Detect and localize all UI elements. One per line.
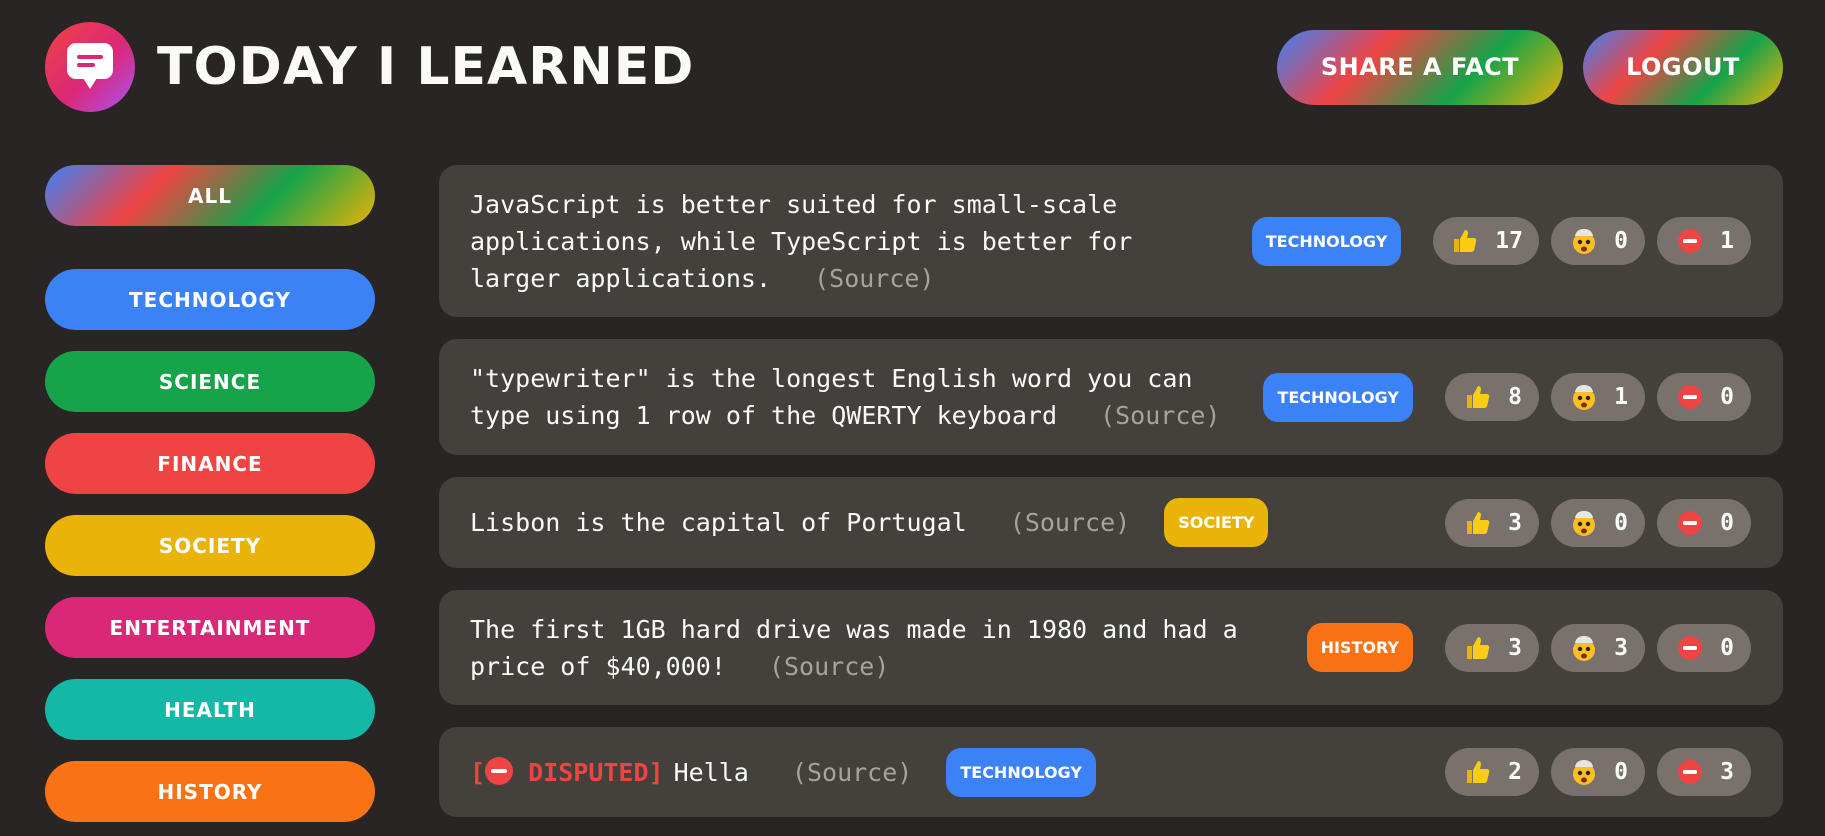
vote-mindblowing-button[interactable]: 1 (1551, 373, 1645, 421)
fact-text: JavaScript is better suited for small-sc… (470, 189, 1133, 293)
mind-blown-icon (1573, 760, 1596, 785)
fact-source-link[interactable]: (Source) (1010, 508, 1130, 537)
category-sidebar: All Technology Science Finance Society E… (45, 165, 375, 836)
fact-category-tag: Technology (1251, 216, 1402, 266)
mind-blown-icon (1573, 385, 1596, 410)
mindblowing-count: 0 (1614, 228, 1628, 254)
fact-text-wrapper: [ DISPUTED] Hella (Source) (470, 754, 912, 791)
vote-mindblowing-button[interactable]: 0 (1551, 217, 1645, 265)
fact-category-tag: Technology (1263, 372, 1413, 422)
fact-text: Hella (673, 757, 749, 787)
fact-text-wrapper: The first 1GB hard drive was made in 198… (470, 611, 1270, 685)
false-count: 0 (1720, 384, 1734, 410)
category-entertainment-button[interactable]: Entertainment (45, 597, 375, 658)
fact-item: The first 1GB hard drive was made in 198… (439, 590, 1783, 705)
false-count: 1 (1720, 228, 1734, 254)
vote-false-button[interactable]: 0 (1657, 623, 1751, 672)
vote-false-button[interactable]: 1 (1657, 217, 1751, 265)
thumbs-up-icon (1467, 636, 1490, 659)
facts-list: JavaScript is better suited for small-sc… (439, 165, 1783, 836)
false-count: 0 (1720, 634, 1734, 661)
vote-buttons: 17 0 1 (1433, 217, 1751, 265)
app-header: Today I Learned Share a fact Logout (45, 22, 1783, 112)
vote-buttons: 2 0 3 (1445, 748, 1751, 796)
no-entry-icon (1678, 229, 1703, 253)
no-entry-icon (485, 756, 514, 785)
interesting-count: 3 (1508, 509, 1522, 536)
category-society-button[interactable]: Society (45, 515, 375, 576)
fact-source-link[interactable]: (Source) (1100, 401, 1220, 430)
vote-mindblowing-button[interactable]: 3 (1551, 623, 1645, 672)
no-entry-icon (1678, 635, 1703, 660)
vote-false-button[interactable]: 0 (1657, 373, 1751, 421)
vote-mindblowing-button[interactable]: 0 (1551, 498, 1645, 547)
interesting-count: 8 (1508, 384, 1522, 410)
vote-interesting-button[interactable]: 17 (1433, 217, 1539, 265)
fact-source-link[interactable]: (Source) (814, 264, 934, 293)
thumbs-up-icon (1467, 761, 1490, 783)
no-entry-icon (1678, 385, 1703, 409)
mindblowing-count: 3 (1614, 634, 1628, 661)
thumbs-up-icon (1467, 511, 1490, 534)
interesting-count: 17 (1495, 228, 1523, 254)
category-finance-button[interactable]: Finance (45, 433, 375, 494)
fact-source-link[interactable]: (Source) (769, 652, 889, 681)
category-health-button[interactable]: Health (45, 679, 375, 740)
mind-blown-icon (1573, 510, 1596, 536)
category-science-button[interactable]: Science (45, 351, 375, 412)
false-count: 0 (1720, 509, 1734, 536)
logout-button[interactable]: Logout (1583, 29, 1783, 105)
category-history-button[interactable]: History (45, 761, 375, 822)
interesting-count: 2 (1508, 759, 1522, 785)
fact-item: Lisbon is the capital of Portugal (Sourc… (439, 477, 1783, 568)
mind-blown-icon (1573, 229, 1596, 254)
app-title: Today I Learned (157, 37, 695, 97)
false-count: 3 (1720, 759, 1734, 785)
fact-source-link[interactable]: (Source) (792, 758, 912, 787)
vote-interesting-button[interactable]: 3 (1445, 498, 1539, 547)
fact-item: "typewriter" is the longest English word… (439, 339, 1783, 455)
vote-interesting-button[interactable]: 3 (1445, 623, 1539, 672)
vote-interesting-button[interactable]: 8 (1445, 373, 1539, 421)
vote-buttons: 3 0 0 (1445, 498, 1751, 547)
fact-text: Lisbon is the capital of Portugal (470, 508, 967, 537)
no-entry-icon (1678, 510, 1703, 535)
fact-category-tag: Society (1164, 498, 1269, 547)
fact-item: [ DISPUTED] Hella (Source) Technology 2 0… (439, 727, 1783, 817)
no-entry-icon (1678, 760, 1703, 784)
mindblowing-count: 0 (1614, 759, 1628, 785)
share-fact-button[interactable]: Share a fact (1277, 29, 1563, 105)
vote-interesting-button[interactable]: 2 (1445, 748, 1539, 796)
fact-text-wrapper: Lisbon is the capital of Portugal (Sourc… (470, 504, 1130, 541)
fact-category-tag: History (1306, 623, 1413, 672)
mindblowing-count: 0 (1614, 509, 1628, 536)
fact-text: "typewriter" is the longest English word… (470, 364, 1193, 430)
disputed-label: [ DISPUTED] (470, 756, 664, 787)
brand: Today I Learned (45, 22, 694, 112)
interesting-count: 3 (1508, 634, 1522, 661)
fact-text-wrapper: "typewriter" is the longest English word… (470, 360, 1230, 434)
vote-false-button[interactable]: 3 (1657, 748, 1751, 796)
mindblowing-count: 1 (1614, 384, 1628, 410)
thumbs-up-icon (1454, 230, 1477, 252)
vote-buttons: 8 1 0 (1445, 373, 1751, 421)
thumbs-up-icon (1467, 386, 1490, 408)
fact-text-wrapper: JavaScript is better suited for small-sc… (470, 186, 1170, 297)
category-all-button[interactable]: All (45, 165, 375, 226)
mind-blown-icon (1573, 635, 1596, 661)
fact-category-tag: Technology (946, 747, 1096, 797)
speech-bubble-icon (45, 22, 135, 112)
vote-buttons: 3 3 0 (1445, 623, 1751, 672)
vote-mindblowing-button[interactable]: 0 (1551, 748, 1645, 796)
vote-false-button[interactable]: 0 (1657, 498, 1751, 547)
header-actions: Share a fact Logout (1277, 29, 1783, 105)
category-technology-button[interactable]: Technology (45, 269, 375, 330)
fact-item: JavaScript is better suited for small-sc… (439, 165, 1783, 317)
